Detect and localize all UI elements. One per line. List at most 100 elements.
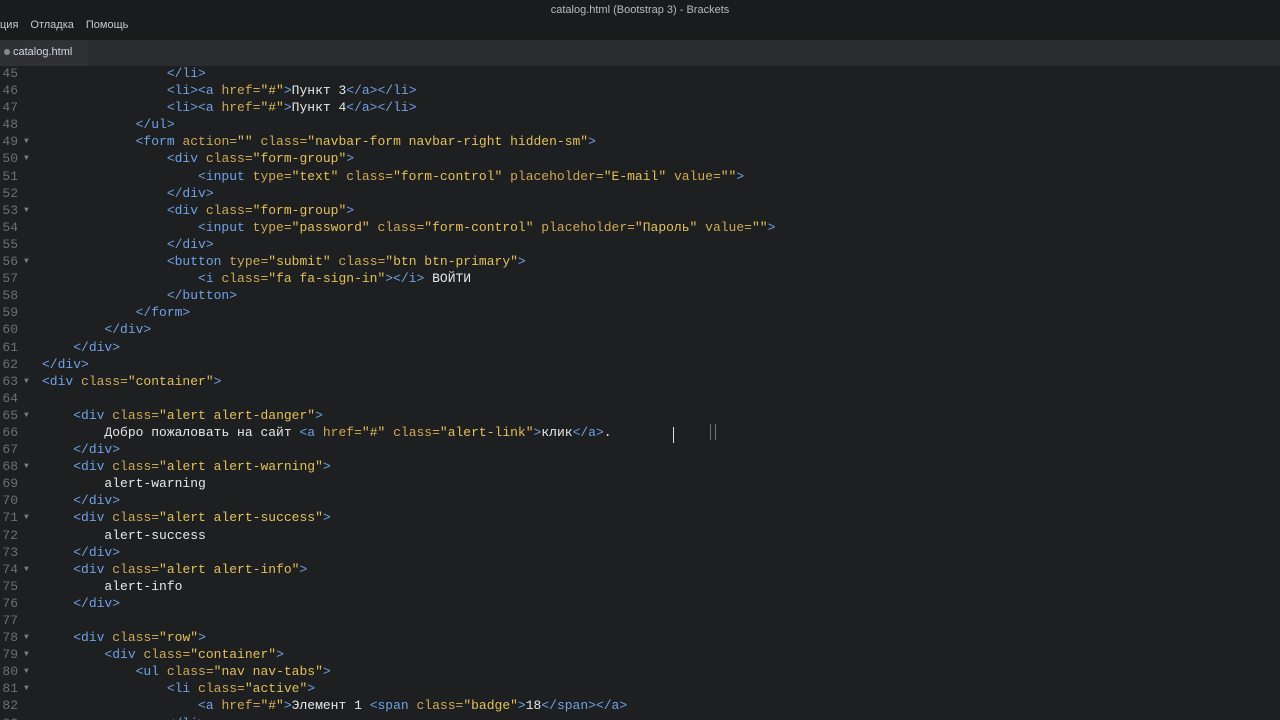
line-number: 64 (2, 390, 18, 406)
code-line[interactable]: 68 ▼ <div class="alert alert-warning"> (0, 458, 1280, 475)
code-text: </div> (104, 322, 152, 338)
fold-arrow-icon[interactable]: ▼ (24, 458, 29, 475)
line-number: 59 (2, 305, 18, 321)
code-text: </li> (166, 66, 206, 81)
fold-arrow-icon[interactable]: ▼ (24, 663, 29, 680)
line-number: 78 (2, 630, 18, 646)
menu-item-navigation[interactable]: ция (0, 19, 18, 31)
code-line[interactable]: 82 <a href="#">Элемент 1 <span class="ba… (0, 697, 1280, 714)
fold-arrow-icon[interactable]: ▼ (24, 407, 29, 424)
text-cursor (673, 427, 674, 443)
line-number: 53 (2, 202, 18, 218)
code-text: <ul class="nav nav-tabs"> (135, 664, 331, 680)
fold-arrow-icon[interactable]: ▼ (24, 646, 29, 663)
line-number: 75 (2, 578, 18, 594)
code-text: </div> (166, 236, 214, 252)
code-line[interactable]: 61 </div> (0, 339, 1280, 356)
code-line[interactable]: 52 </div> (0, 185, 1280, 202)
line-number: 74 (2, 561, 18, 577)
fold-arrow-icon[interactable]: ▼ (24, 373, 29, 390)
line-number: 57 (2, 271, 18, 287)
line-number: 65 (2, 407, 18, 423)
code-line[interactable]: 54 <input type="password" class="form-co… (0, 219, 1280, 236)
code-line[interactable]: 63 ▼ <div class="container"> (0, 373, 1280, 390)
line-number: 67 (2, 442, 18, 458)
code-line[interactable]: 60 </div> (0, 321, 1280, 338)
code-line[interactable]: 80 ▼ <ul class="nav nav-tabs"> (0, 663, 1280, 680)
code-line[interactable]: 78 ▼ <div class="row"> (0, 629, 1280, 646)
code-text: alert-success (104, 527, 206, 543)
code-text: </div> (73, 493, 121, 509)
code-line[interactable]: 72 alert-success (0, 527, 1280, 544)
window-title: catalog.html (Bootstrap 3) - Brackets (550, 4, 730, 16)
code-line[interactable]: 50 ▼ <div class="form-group"> (0, 150, 1280, 167)
code-line[interactable]: 76 </div> (0, 595, 1280, 612)
code-line[interactable]: 45 </li> (0, 66, 1280, 82)
code-text: <div class="alert alert-info"> (73, 561, 308, 577)
code-line[interactable]: 48 </ul> (0, 116, 1280, 133)
fold-arrow-icon[interactable]: ▼ (24, 133, 29, 150)
code-text: <input type="password" class="form-contr… (198, 219, 776, 235)
fold-arrow-icon[interactable]: ▼ (24, 150, 29, 167)
code-text: <div class="alert alert-warning"> (73, 459, 331, 475)
code-line[interactable]: 51 <input type="text" class="form-contro… (0, 168, 1280, 185)
code-line[interactable]: 65 ▼ <div class="alert alert-danger"> (0, 407, 1280, 424)
line-number: 56 (2, 254, 18, 270)
code-line[interactable]: 79 ▼ <div class="container"> (0, 646, 1280, 663)
code-line[interactable]: 70 </div> (0, 492, 1280, 509)
line-number: 60 (2, 322, 18, 338)
code-line[interactable]: 74 ▼ <div class="alert alert-info"> (0, 561, 1280, 578)
line-number: 72 (2, 527, 18, 543)
fold-arrow-icon[interactable]: ▼ (24, 680, 29, 697)
tab-label: catalog.html (13, 46, 73, 58)
code-text: <div class="form-group"> (166, 202, 355, 218)
code-lines: 45 </li> 46 <li><a href="#">Пункт 3</a></… (0, 66, 1280, 720)
code-text: <div class="form-group"> (166, 151, 355, 167)
code-line[interactable]: 59 </form> (0, 304, 1280, 321)
line-number: 54 (2, 219, 18, 235)
code-line[interactable]: 66 Добро пожаловать на сайт <a href="#" … (0, 424, 1280, 441)
code-line[interactable]: 62 </div> (0, 356, 1280, 373)
title-bar: catalog.html (Bootstrap 3) - Brackets ци… (0, 0, 1280, 40)
line-number: 61 (2, 339, 18, 355)
code-text: <li><a href="#">Пункт 4</a></li> (166, 100, 417, 116)
code-line[interactable]: 53 ▼ <div class="form-group"> (0, 202, 1280, 219)
code-line[interactable]: 67 </div> (0, 441, 1280, 458)
code-line[interactable]: 83 </li> (0, 715, 1280, 720)
line-number: 58 (2, 288, 18, 304)
menu-bar: ция Отладка Помощь (0, 19, 128, 31)
code-line[interactable]: 64 (0, 390, 1280, 407)
mouse-ibeam-icon (710, 424, 716, 440)
code-line[interactable]: 49 ▼ <form action="" class="navbar-form n… (0, 133, 1280, 150)
menu-item-help[interactable]: Помощь (86, 19, 129, 31)
fold-arrow-icon[interactable]: ▼ (24, 202, 29, 219)
code-line[interactable]: 47 <li><a href="#">Пункт 4</a></li> (0, 99, 1280, 116)
line-number: 46 (2, 83, 18, 99)
code-line[interactable]: 73 </div> (0, 544, 1280, 561)
fold-arrow-icon[interactable]: ▼ (24, 629, 29, 646)
code-line[interactable]: 56 ▼ <button type="submit" class="btn btn… (0, 253, 1280, 270)
fold-arrow-icon[interactable]: ▼ (24, 561, 29, 578)
code-line[interactable]: 55 </div> (0, 236, 1280, 253)
code-line[interactable]: 57 <i class="fa fa-sign-in"></i> ВОЙТИ (0, 270, 1280, 287)
code-line[interactable]: 71 ▼ <div class="alert alert-success"> (0, 509, 1280, 526)
tab-catalog-html[interactable]: catalog.html (0, 40, 88, 67)
code-text: alert-warning (104, 476, 206, 492)
code-editor[interactable]: 45 </li> 46 <li><a href="#">Пункт 3</a></… (0, 66, 1280, 720)
menu-item-debug[interactable]: Отладка (30, 19, 73, 31)
code-text: </div> (73, 442, 121, 458)
code-text: </div> (73, 595, 121, 611)
code-line[interactable]: 81 ▼ <li class="active"> (0, 680, 1280, 697)
line-number: 79 (2, 647, 18, 663)
code-line[interactable]: 69 alert-warning (0, 475, 1280, 492)
code-line[interactable]: 77 (0, 612, 1280, 629)
fold-arrow-icon[interactable]: ▼ (24, 253, 29, 270)
code-line[interactable]: 46 <li><a href="#">Пункт 3</a></li> (0, 82, 1280, 99)
line-number: 52 (2, 185, 18, 201)
code-line[interactable]: 58 </button> (0, 287, 1280, 304)
code-line[interactable]: 75 alert-info (0, 578, 1280, 595)
code-text: <div class="alert alert-success"> (73, 510, 331, 526)
fold-arrow-icon[interactable]: ▼ (24, 509, 29, 526)
code-text: <a href="#">Элемент 1 <span class="badge… (198, 698, 628, 714)
code-text: <div class="row"> (73, 630, 206, 646)
